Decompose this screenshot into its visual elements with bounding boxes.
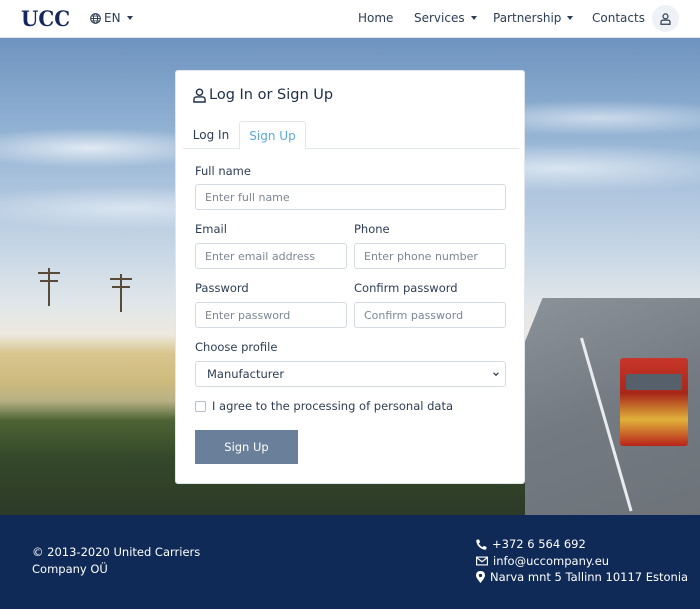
- tab-log-in[interactable]: Log In: [183, 121, 239, 149]
- globe-icon: [90, 12, 101, 24]
- agree-checkbox[interactable]: [195, 401, 206, 412]
- footer-phone[interactable]: +372 6 564 692: [476, 537, 586, 551]
- footer-phone-text: +372 6 564 692: [492, 537, 586, 551]
- profile-label: Choose profile: [195, 340, 278, 354]
- phone-input[interactable]: [354, 243, 506, 269]
- nav-partnership-label: Partnership: [493, 11, 562, 25]
- map-marker-icon: [476, 571, 485, 583]
- password-input[interactable]: [195, 302, 347, 328]
- profile-selected-value: Manufacturer: [207, 367, 285, 381]
- phone-icon: [476, 538, 487, 550]
- logo[interactable]: UCC: [21, 6, 70, 31]
- email-label: Email: [195, 222, 227, 236]
- truck: [620, 358, 688, 446]
- language-label: EN: [104, 11, 121, 25]
- chevron-down-icon: [493, 372, 499, 377]
- nav-services-label: Services: [414, 11, 465, 25]
- nav-contacts[interactable]: Contacts: [592, 11, 645, 25]
- envelope-icon: [476, 556, 488, 566]
- caret-down-icon: [126, 16, 133, 20]
- confirm-password-input[interactable]: [354, 302, 506, 328]
- sign-up-button[interactable]: Sign Up: [195, 430, 298, 464]
- truck-window: [626, 374, 682, 390]
- footer: © 2013-2020 United Carriers Company OÜ +…: [0, 515, 700, 609]
- card-title: Log In or Sign Up: [193, 87, 333, 103]
- footer-email-text: info@uccompany.eu: [493, 554, 610, 568]
- full-name-input[interactable]: [195, 184, 506, 210]
- card-title-text: Log In or Sign Up: [209, 87, 334, 103]
- profile-select[interactable]: Manufacturer: [195, 361, 506, 387]
- full-name-label: Full name: [195, 164, 251, 178]
- footer-address: Narva mnt 5 Tallinn 10117 Estonia: [476, 570, 688, 584]
- agree-label[interactable]: I agree to the processing of personal da…: [212, 399, 453, 413]
- power-pylon: [110, 274, 132, 312]
- confirm-password-label: Confirm password: [354, 281, 458, 295]
- auth-tabs: Log In Sign Up: [183, 121, 519, 150]
- user-icon: [660, 12, 671, 25]
- nav-services[interactable]: Services: [414, 11, 477, 25]
- email-input[interactable]: [195, 243, 347, 269]
- footer-address-text: Narva mnt 5 Tallinn 10117 Estonia: [490, 570, 689, 584]
- footer-email[interactable]: info@uccompany.eu: [476, 554, 609, 568]
- nav-contacts-label: Contacts: [592, 11, 645, 25]
- tab-sign-up[interactable]: Sign Up: [239, 121, 306, 150]
- language-selector[interactable]: EN: [90, 11, 133, 25]
- nav-partnership[interactable]: Partnership: [493, 11, 574, 25]
- nav-home[interactable]: Home: [358, 11, 393, 25]
- caret-down-icon: [470, 16, 477, 20]
- auth-card: Log In or Sign Up Log In Sign Up Full na…: [175, 70, 525, 484]
- user-account-button[interactable]: [652, 5, 679, 32]
- power-pylon: [38, 268, 60, 306]
- caret-down-icon: [567, 16, 574, 20]
- copyright: © 2013-2020 United Carriers Company OÜ: [32, 545, 201, 576]
- nav-home-label: Home: [358, 11, 394, 25]
- navbar: UCC EN Home Services Partnership Contact…: [0, 0, 700, 38]
- password-label: Password: [195, 281, 249, 295]
- user-icon: [193, 87, 206, 103]
- phone-label: Phone: [354, 222, 390, 236]
